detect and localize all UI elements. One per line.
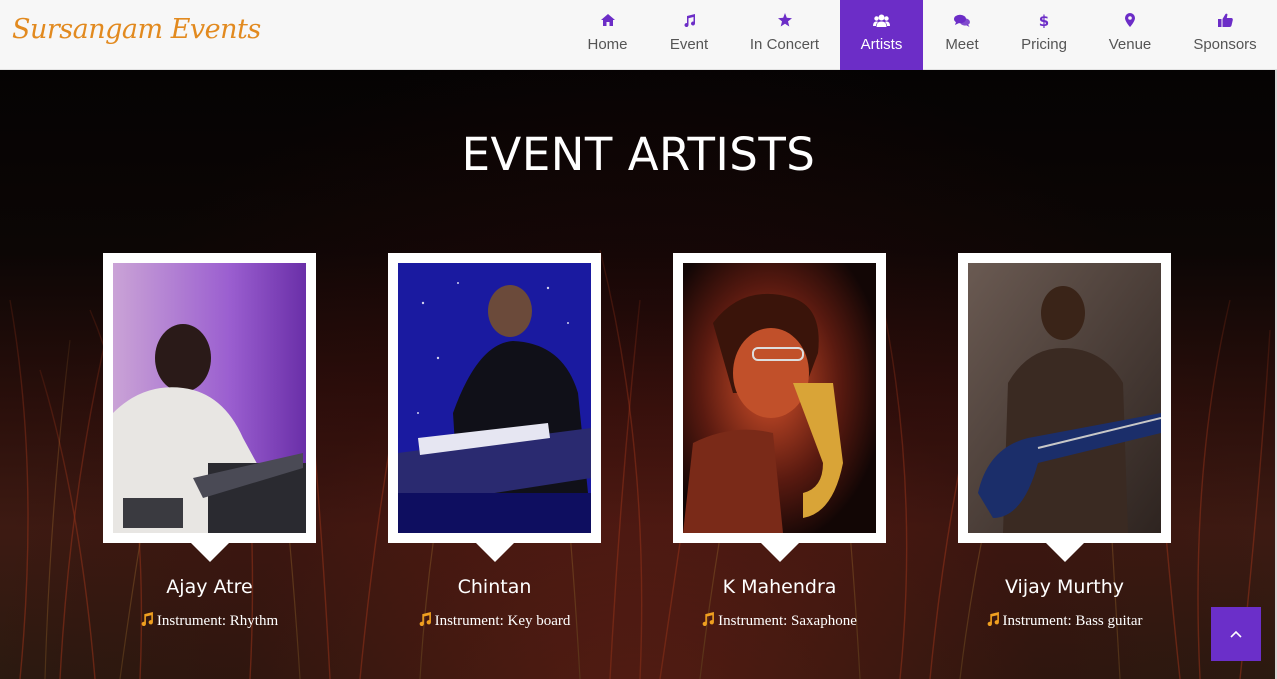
top-navbar: Sursangam Events Home Event In Concert A… <box>0 0 1277 70</box>
card-pointer <box>1045 543 1084 562</box>
nav-pricing[interactable]: $ Pricing <box>1001 0 1087 70</box>
section-title: EVENT ARTISTS <box>461 128 816 181</box>
music-note-icon <box>986 612 1000 631</box>
instrument-label: Instrument: Saxaphone <box>718 613 857 629</box>
artist-photo <box>683 263 876 533</box>
artist-photo <box>398 263 591 533</box>
artist-name: Vijay Murthy <box>1004 576 1125 598</box>
artist-card[interactable] <box>388 253 601 562</box>
chat-bubbles-icon <box>954 10 970 30</box>
artists-section: EVENT ARTISTS Ajay Atre Instrument: Rhyt… <box>0 70 1277 679</box>
nav-label: Venue <box>1108 36 1152 53</box>
nav-venue[interactable]: Venue <box>1087 0 1173 70</box>
map-marker-icon <box>1125 10 1135 30</box>
artist-card[interactable] <box>673 253 886 562</box>
nav-in-concert[interactable]: In Concert <box>729 0 840 70</box>
artist-photo <box>113 263 306 533</box>
artist-photo <box>968 263 1161 533</box>
card-pointer <box>475 543 514 562</box>
home-icon <box>600 10 615 30</box>
brand-logo[interactable]: Sursangam Events <box>12 14 261 45</box>
artist-card[interactable] <box>103 253 316 562</box>
nav-label: In Concert <box>749 36 820 53</box>
instrument-label: Instrument: Rhythm <box>156 613 279 629</box>
nav-label: Artists <box>860 36 903 53</box>
artist-name: K Mahendra <box>722 576 837 598</box>
music-note-icon <box>140 612 154 631</box>
artist-instrument: Instrument: Key board <box>374 612 614 631</box>
nav-home[interactable]: Home <box>566 0 649 70</box>
instrument-label: Instrument: Bass guitar <box>1002 613 1143 629</box>
music-note-icon <box>701 612 715 631</box>
chevron-up-icon <box>1230 625 1242 643</box>
nav-label: Event <box>669 36 709 53</box>
artist-name: Chintan <box>457 576 532 598</box>
users-icon <box>873 10 890 30</box>
artist-card[interactable] <box>958 253 1171 562</box>
main-nav: Home Event In Concert Artists Meet $ Pri… <box>566 0 1277 70</box>
music-note-icon <box>418 612 432 631</box>
artist-instrument: Instrument: Saxaphone <box>659 612 899 631</box>
artist-name: Ajay Atre <box>166 576 253 598</box>
thumbs-up-icon <box>1217 10 1233 30</box>
artist-instrument: Instrument: Rhythm <box>89 612 329 631</box>
nav-label: Home <box>587 36 628 53</box>
nav-label: Pricing <box>1021 36 1067 53</box>
artist-instrument: Instrument: Bass guitar <box>944 612 1184 631</box>
dollar-icon: $ <box>1039 10 1049 30</box>
music-note-icon <box>683 10 696 30</box>
back-to-top-button[interactable] <box>1211 607 1261 661</box>
nav-sponsors[interactable]: Sponsors <box>1173 0 1277 70</box>
star-icon <box>777 10 792 30</box>
svg-text:$: $ <box>1039 13 1049 28</box>
nav-event[interactable]: Event <box>649 0 729 70</box>
nav-artists[interactable]: Artists <box>840 0 923 70</box>
card-pointer <box>760 543 799 562</box>
instrument-label: Instrument: Key board <box>434 613 571 629</box>
nav-meet[interactable]: Meet <box>923 0 1001 70</box>
nav-label: Meet <box>945 36 979 53</box>
nav-label: Sponsors <box>1193 36 1257 53</box>
card-pointer <box>190 543 229 562</box>
